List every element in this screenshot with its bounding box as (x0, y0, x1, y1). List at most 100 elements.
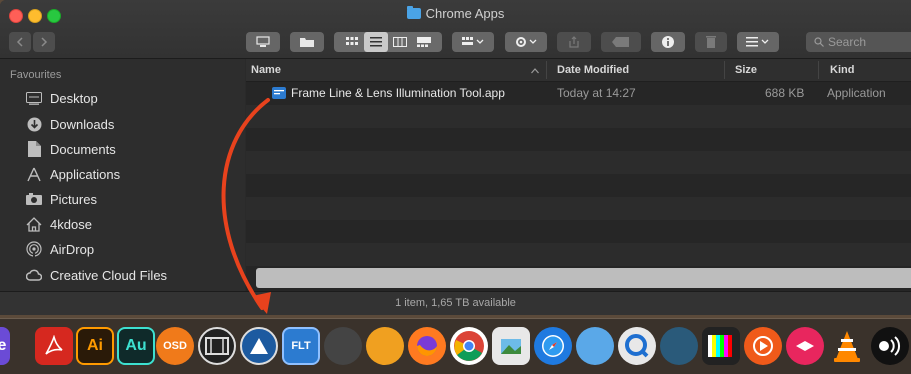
illustrator-icon[interactable]: Ai (76, 327, 114, 365)
arrange-button[interactable] (737, 32, 779, 52)
finder-window: Chrome Apps Search Favourites Desktop Do… (0, 0, 911, 315)
file-size: 688 KB (765, 86, 805, 100)
color-bars-icon[interactable] (702, 327, 740, 365)
search-input[interactable]: Search (806, 32, 911, 52)
sidebar-item-airdrop[interactable]: AirDrop (26, 238, 94, 260)
sidebar-item-label: 4kdose (50, 216, 92, 232)
titlebar: Chrome Apps Search (0, 0, 911, 59)
tag-icon (612, 37, 629, 47)
empty-row (246, 174, 911, 197)
grid-dropdown-icon (462, 37, 484, 45)
chevron-right-icon (41, 37, 48, 47)
desktop-icon (26, 90, 42, 106)
network-icon (256, 36, 270, 47)
forward-button[interactable] (33, 32, 55, 52)
back-button[interactable] (9, 32, 31, 52)
view-mode-segmented[interactable] (334, 32, 442, 52)
search-placeholder: Search (828, 35, 867, 49)
app-teal-icon[interactable] (660, 327, 698, 365)
dock-partial-app-icon[interactable]: e (0, 327, 10, 365)
folder-icon (406, 6, 421, 19)
audition-icon[interactable]: Au (117, 327, 155, 365)
sidebar-item-label: Desktop (50, 90, 98, 106)
osd-icon[interactable]: OSD (156, 327, 194, 365)
pictures-icon (26, 191, 42, 207)
info-button[interactable] (651, 32, 685, 52)
empty-row (246, 128, 911, 151)
empty-row (246, 151, 911, 174)
acrobat-icon[interactable] (35, 327, 73, 365)
sidebar-item-applications[interactable]: Applications (26, 163, 120, 185)
column-header: Name Date Modified Size Kind (246, 59, 911, 82)
dvd-player-icon[interactable] (198, 327, 236, 365)
window-title-text: Chrome Apps (425, 6, 505, 21)
tag-button[interactable] (601, 32, 641, 52)
sidebar-item-creative-cloud[interactable]: Creative Cloud Files (26, 264, 167, 286)
window-title: Chrome Apps (0, 6, 911, 21)
creative-cloud-icon (26, 267, 42, 283)
applications-icon (26, 166, 42, 182)
sidebar-item-label: Downloads (50, 116, 115, 132)
file-kind: Application (827, 86, 886, 100)
new-folder-button[interactable] (290, 32, 324, 52)
airdrop-icon (26, 241, 42, 257)
table-row[interactable]: Frame Line & Lens Illumination Tool.app … (246, 82, 911, 105)
info-icon (662, 36, 674, 48)
list-view-icon[interactable] (364, 32, 388, 52)
documents-icon (26, 141, 42, 157)
gear-icon (516, 37, 537, 47)
app-blue-icon[interactable] (576, 327, 614, 365)
app-dark-icon[interactable] (324, 327, 362, 365)
downloads-icon (26, 116, 42, 132)
action-button[interactable] (505, 32, 547, 52)
trash-button[interactable] (695, 32, 727, 52)
sidebar-item-documents[interactable]: Documents (26, 138, 116, 160)
sidebar-heading: Favourites (10, 69, 62, 81)
preview-icon[interactable] (492, 327, 530, 365)
sidebar-item-downloads[interactable]: Downloads (26, 113, 114, 135)
home-icon (26, 216, 42, 232)
empty-row (246, 105, 911, 128)
gallery-view-icon[interactable] (412, 32, 436, 52)
app-orange-icon[interactable] (366, 327, 404, 365)
empty-row (246, 197, 911, 220)
app-pink-icon[interactable] (786, 327, 824, 365)
trash-icon (706, 36, 716, 48)
vlc-icon[interactable] (828, 327, 866, 365)
column-view-icon[interactable] (388, 32, 412, 52)
file-name: Frame Line & Lens Illumination Tool.app (291, 86, 505, 100)
sidebar-item-4kdose[interactable]: 4kdose (26, 213, 92, 235)
sound-app-icon[interactable] (871, 327, 909, 365)
path-button[interactable] (246, 32, 280, 52)
search-icon (814, 37, 824, 47)
arri-flt-icon[interactable]: FLT (282, 327, 320, 365)
horizontal-scrollbar[interactable] (256, 268, 911, 288)
quicktime-icon[interactable] (618, 327, 656, 365)
firefox-icon[interactable] (408, 327, 446, 365)
column-date-modified[interactable]: Date Modified (557, 64, 629, 76)
empty-row (246, 220, 911, 243)
column-size[interactable]: Size (735, 64, 757, 76)
sidebar-item-pictures[interactable]: Pictures (26, 188, 97, 210)
app-file-icon (272, 87, 286, 99)
sidebar-item-label: Pictures (50, 191, 97, 207)
icon-view-icon[interactable] (340, 32, 364, 52)
arrange-dropdown-icon (746, 37, 769, 47)
chrome-icon[interactable] (450, 327, 488, 365)
safari-icon[interactable] (534, 327, 572, 365)
sidebar-item-label: Creative Cloud Files (50, 267, 168, 283)
column-name[interactable]: Name (251, 64, 281, 76)
chevron-left-icon (16, 37, 23, 47)
share-icon (569, 36, 579, 48)
file-list: Name Date Modified Size Kind Frame Line … (246, 59, 911, 291)
sidebar: Favourites Desktop Downloads Documents A… (0, 59, 245, 291)
sort-ascending-icon (531, 68, 539, 74)
group-button[interactable] (452, 32, 494, 52)
sidebar-item-label: AirDrop (50, 241, 95, 257)
sidebar-item-desktop[interactable]: Desktop (26, 87, 98, 109)
status-bar: 1 item, 1,65 TB available (0, 291, 911, 315)
arri-app-icon[interactable] (240, 327, 278, 365)
media-player-icon[interactable] (744, 327, 782, 365)
column-kind[interactable]: Kind (830, 64, 854, 76)
share-button[interactable] (557, 32, 591, 52)
